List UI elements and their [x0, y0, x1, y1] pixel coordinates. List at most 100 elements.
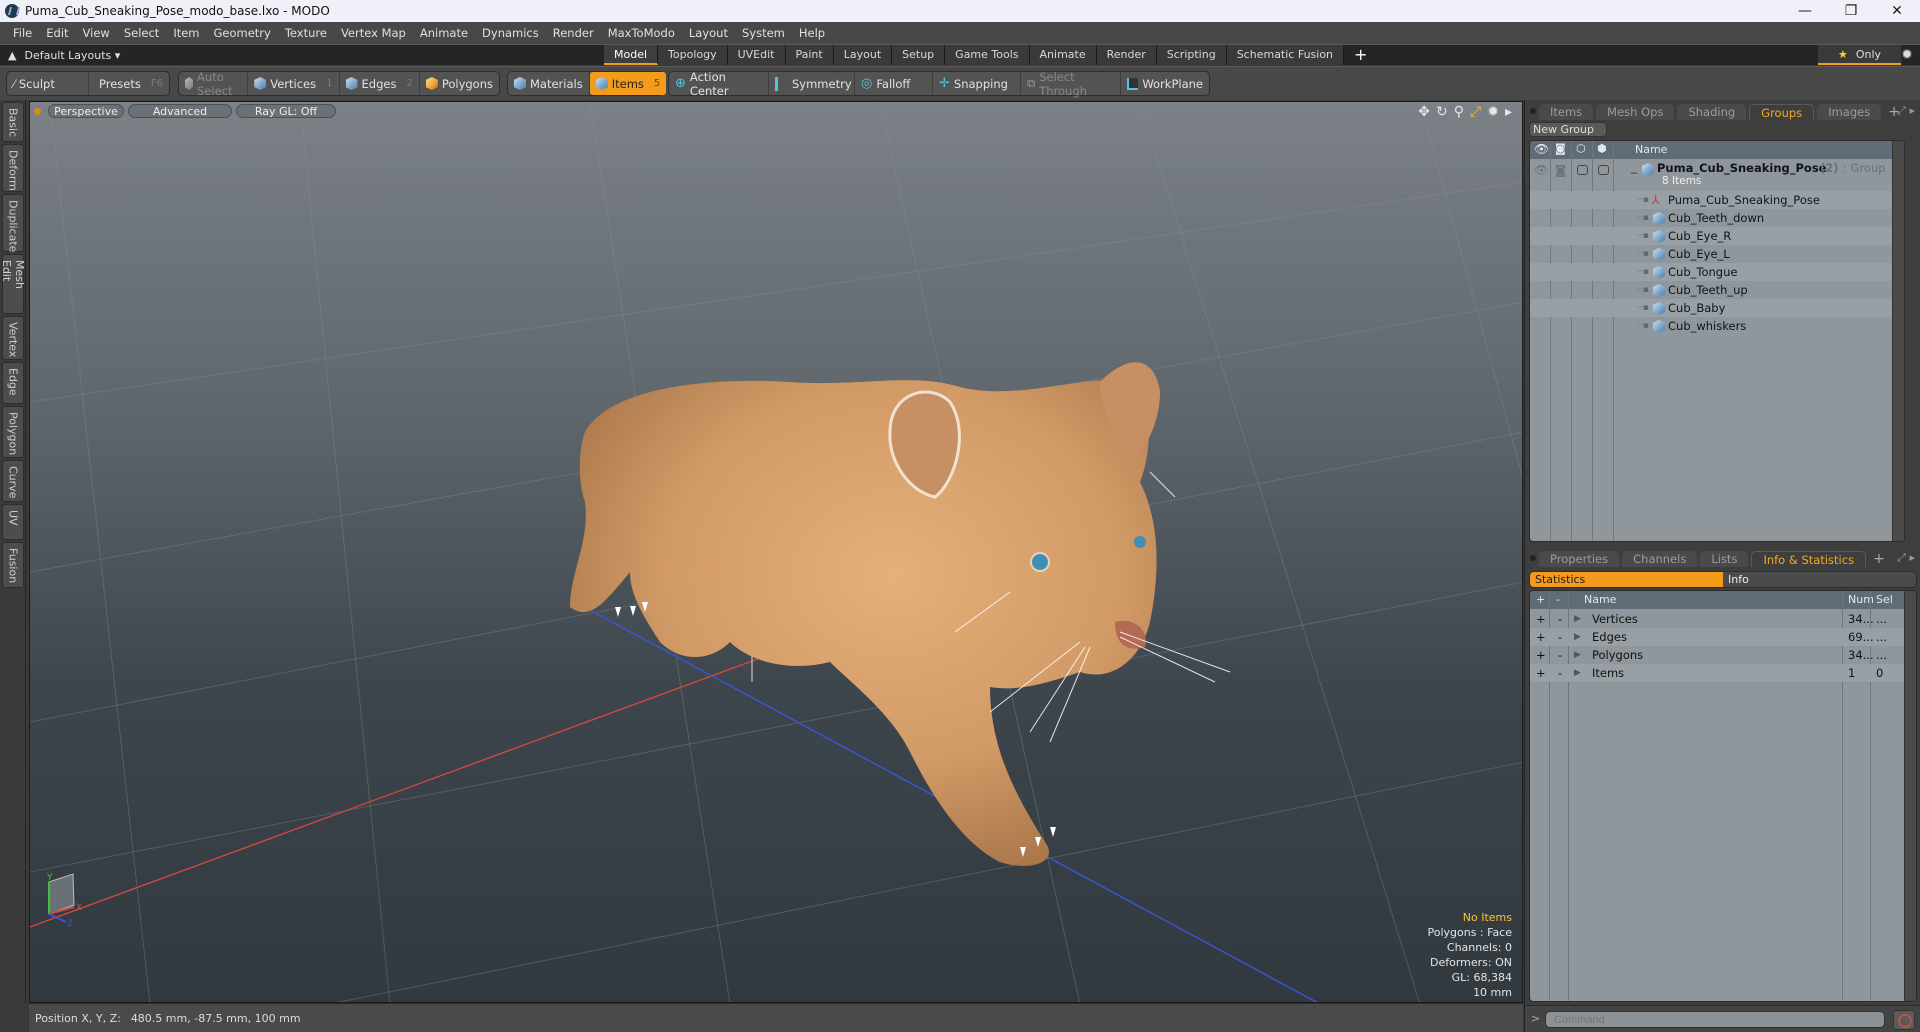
group-member-row[interactable]: ··▪ Cub_Tongue: [1530, 263, 1904, 281]
menu-help[interactable]: Help: [792, 26, 832, 40]
subtab-info[interactable]: Info: [1723, 572, 1916, 587]
command-input[interactable]: [1545, 1011, 1885, 1028]
perspective-dropdown[interactable]: Perspective: [48, 104, 124, 118]
stats-row-vertices[interactable]: + - ▶ Vertices 34... ...: [1530, 610, 1916, 628]
left-tab-uv[interactable]: UV: [2, 504, 24, 540]
collapse-button[interactable]: -: [1558, 610, 1562, 628]
left-tab-basic[interactable]: Basic: [2, 102, 24, 142]
left-tab-edge[interactable]: Edge: [2, 362, 24, 404]
tab-model[interactable]: Model: [604, 45, 659, 65]
zoom-icon[interactable]: ⚲: [1454, 104, 1464, 120]
group-visibility-eye-icon[interactable]: 👁: [1534, 163, 1549, 177]
tab-animate[interactable]: Animate: [1029, 45, 1097, 65]
falloff-button[interactable]: ◎ Falloff: [855, 72, 933, 95]
menu-render[interactable]: Render: [546, 26, 601, 40]
expand-button[interactable]: +: [1536, 610, 1546, 628]
menu-item[interactable]: Item: [166, 26, 206, 40]
left-tab-deform[interactable]: Deform: [2, 144, 24, 192]
viewport-settings-gear-icon[interactable]: ✹: [1487, 104, 1499, 120]
group-render-icon[interactable]: ◙: [1555, 163, 1566, 177]
tab-schematic-fusion[interactable]: Schematic Fusion: [1226, 45, 1345, 65]
collapse-button[interactable]: -: [1558, 646, 1562, 664]
viewport-expand-arrow-icon[interactable]: ▸: [1505, 104, 1512, 120]
expand-button[interactable]: +: [1536, 664, 1546, 682]
tab-scripting[interactable]: Scripting: [1156, 45, 1227, 65]
collapse-button[interactable]: -: [1558, 664, 1562, 682]
left-tab-duplicate[interactable]: Duplicate: [2, 194, 24, 252]
tab-topology[interactable]: Topology: [658, 45, 728, 65]
menu-layout[interactable]: Layout: [682, 26, 735, 40]
add-panel-tab-button[interactable]: +: [1869, 551, 1889, 567]
menu-animate[interactable]: Animate: [413, 26, 475, 40]
group-member-row[interactable]: ··▪ Cub_Baby: [1530, 299, 1904, 317]
viewport-scene[interactable]: Y X Z: [30, 102, 1523, 1003]
tab-render[interactable]: Render: [1096, 45, 1157, 65]
tab-lists[interactable]: Lists: [1700, 551, 1749, 567]
left-tab-vertex[interactable]: Vertex: [2, 316, 24, 360]
menu-select[interactable]: Select: [117, 26, 166, 40]
tab-items[interactable]: Items: [1539, 104, 1594, 120]
collapse-toggle-icon[interactable]: _: [1631, 160, 1637, 174]
group-lock-checkbox[interactable]: [1577, 165, 1588, 175]
materials-button[interactable]: Materials: [508, 72, 590, 95]
group-member-row[interactable]: ··▪ Cub_Eye_R: [1530, 227, 1904, 245]
name-column-header[interactable]: Name: [1635, 143, 1667, 156]
snapping-button[interactable]: ✛ Snapping: [933, 72, 1021, 95]
menu-file[interactable]: File: [6, 26, 39, 40]
expand-triangle-icon[interactable]: ▶: [1574, 628, 1581, 646]
menu-view[interactable]: View: [76, 26, 117, 40]
group-member-row[interactable]: ··▪ Cub_Eye_L: [1530, 245, 1904, 263]
select-through-button[interactable]: ⧉ Select Through: [1021, 70, 1121, 98]
new-group-button[interactable]: New Group: [1529, 122, 1607, 137]
stats-row-polygons[interactable]: + - ▶ Polygons 34... ...: [1530, 646, 1916, 664]
subtab-statistics[interactable]: Statistics: [1530, 572, 1723, 587]
menu-edit[interactable]: Edit: [39, 26, 75, 40]
groups-scrollbar[interactable]: [1892, 141, 1904, 541]
collapse-arrow-icon[interactable]: ▲: [8, 49, 16, 62]
stats-scrollbar[interactable]: [1904, 591, 1916, 1001]
collapse-button[interactable]: -: [1558, 628, 1562, 646]
group-member-row[interactable]: ··▪ Cub_Teeth_up: [1530, 281, 1904, 299]
stats-row-edges[interactable]: + - ▶ Edges 69... ...: [1530, 628, 1916, 646]
expand-button[interactable]: +: [1536, 628, 1546, 646]
expand-triangle-icon[interactable]: ▶: [1574, 646, 1581, 664]
presets-button[interactable]: Presets F6: [89, 72, 169, 95]
tab-properties[interactable]: Properties: [1539, 551, 1620, 567]
default-layouts-dropdown[interactable]: Default Layouts ▾: [24, 49, 120, 62]
panel-menu-dot[interactable]: [1530, 108, 1536, 114]
menu-vertex-map[interactable]: Vertex Map: [334, 26, 413, 40]
tab-channels[interactable]: Channels: [1622, 551, 1698, 567]
menu-dynamics[interactable]: Dynamics: [475, 26, 546, 40]
record-macro-button[interactable]: [1893, 1010, 1915, 1030]
tab-mesh-ops[interactable]: Mesh Ops: [1596, 104, 1675, 120]
group-row[interactable]: 👁 ◙ _ Puma_Cub_Sneaking_Pose (2) : Group…: [1530, 160, 1904, 190]
sculpt-button[interactable]: ⁄ Sculpt: [7, 72, 89, 95]
rotate-icon[interactable]: ↻: [1436, 104, 1448, 120]
auto-select-button[interactable]: Auto Select: [179, 70, 249, 98]
tab-paint[interactable]: Paint: [785, 45, 834, 65]
group-member-row[interactable]: ··▪ Cub_whiskers: [1530, 317, 1904, 335]
menu-system[interactable]: System: [735, 26, 792, 40]
pan-icon[interactable]: ✥: [1418, 104, 1430, 120]
items-button[interactable]: Items 5: [589, 72, 667, 95]
tab-uvedit[interactable]: UVEdit: [727, 45, 786, 65]
gear-icon[interactable]: ✹: [1896, 45, 1918, 65]
group-member-row[interactable]: ··▪ Cub_Teeth_down: [1530, 209, 1904, 227]
only-button[interactable]: ★ Only: [1818, 45, 1901, 65]
maximize-viewport-icon[interactable]: ⤢: [1470, 104, 1481, 120]
expand-triangle-icon[interactable]: ▶: [1574, 664, 1581, 682]
polygons-button[interactable]: Polygons: [420, 72, 499, 95]
left-tab-curve[interactable]: Curve: [2, 460, 24, 502]
group-select-checkbox[interactable]: [1598, 165, 1609, 175]
close-button[interactable]: ✕: [1874, 3, 1920, 19]
tab-images[interactable]: Images: [1817, 104, 1882, 120]
workplane-button[interactable]: WorkPlane: [1121, 72, 1209, 95]
tab-setup[interactable]: Setup: [892, 45, 946, 65]
left-tab-mesh-edit[interactable]: Mesh Edit: [0, 254, 26, 314]
left-tab-fusion[interactable]: Fusion: [2, 542, 24, 588]
expand-triangle-icon[interactable]: ▶: [1574, 610, 1581, 628]
panel-expand-icon[interactable]: ⤢ ▸: [1897, 104, 1915, 118]
stats-row-items[interactable]: + - ▶ Items 1 0: [1530, 664, 1916, 682]
3d-viewport[interactable]: Y X Z Perspective Advanced Ray GL: Off ✥…: [29, 101, 1523, 1003]
expand-button[interactable]: +: [1536, 646, 1546, 664]
